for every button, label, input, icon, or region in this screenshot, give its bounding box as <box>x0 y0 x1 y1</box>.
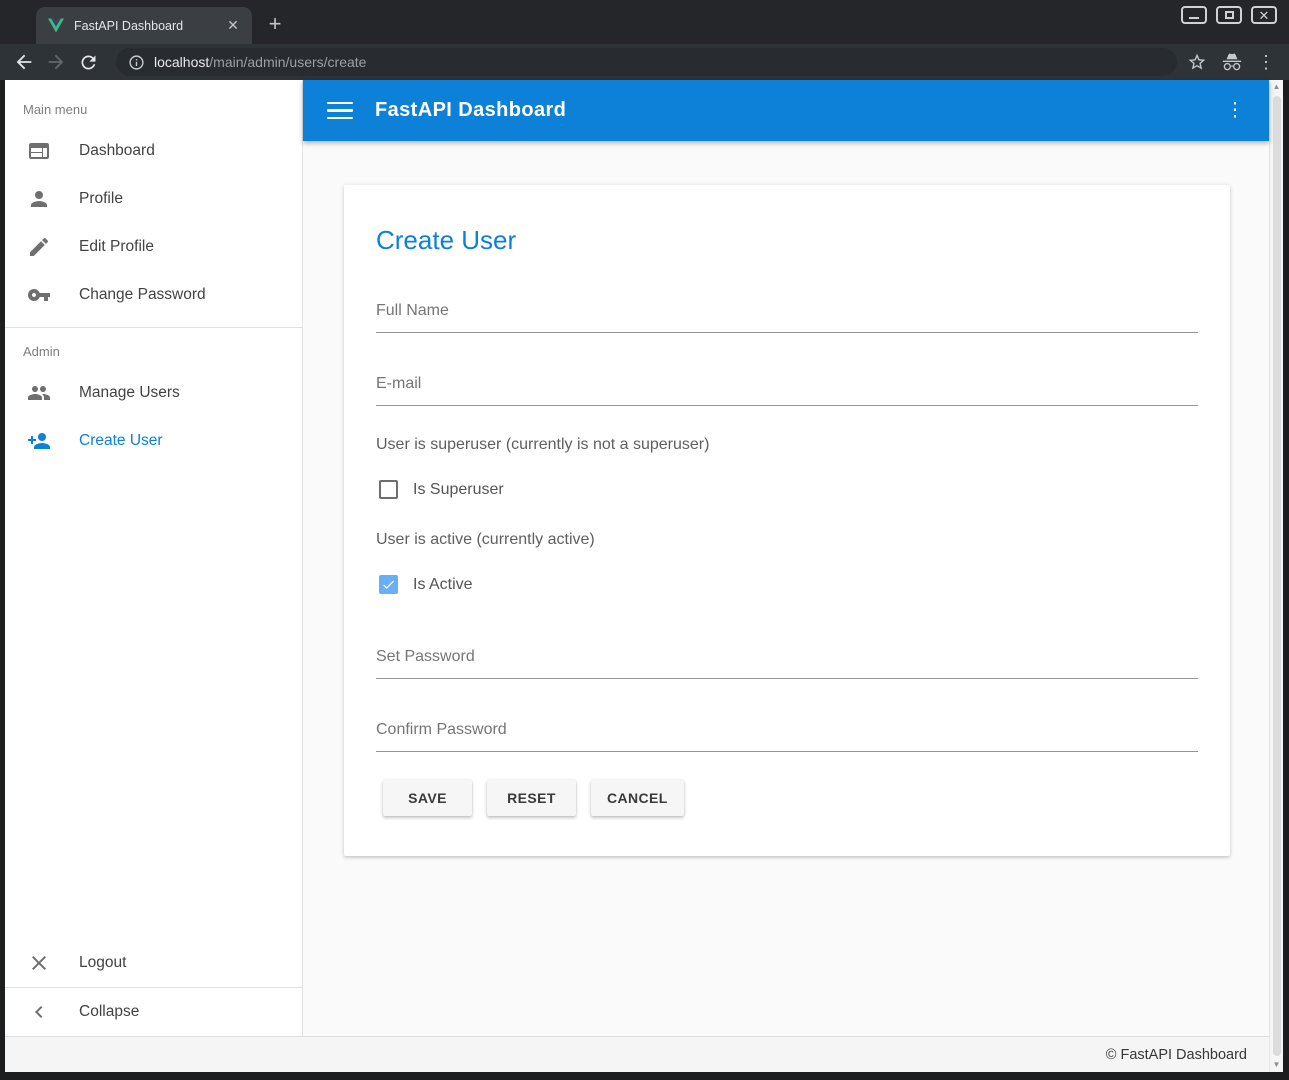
sidebar-section-main-menu: Main menu <box>5 80 302 127</box>
browser-scrollbar[interactable]: ▲ ▼ <box>1269 80 1283 1072</box>
address-bar[interactable]: localhost/main/admin/users/create <box>116 48 1177 76</box>
bookmark-star-icon[interactable] <box>1187 52 1207 72</box>
reset-button[interactable]: RESET <box>487 780 576 816</box>
browser-tab[interactable]: FastAPI Dashboard ✕ <box>36 7 252 44</box>
superuser-hint: User is superuser (currently is not a su… <box>376 436 1198 454</box>
reload-icon[interactable] <box>74 48 102 76</box>
scroll-up-icon[interactable]: ▲ <box>1273 80 1281 94</box>
scroll-down-icon[interactable]: ▼ <box>1273 1058 1281 1072</box>
sidebar-item-label: Create User <box>79 432 163 450</box>
sidebar-item-dashboard[interactable]: Dashboard <box>5 127 302 175</box>
group-icon <box>27 381 51 405</box>
kebab-menu-icon[interactable]: ⋮ <box>1221 99 1249 122</box>
app-title: FastAPI Dashboard <box>375 99 566 122</box>
window-controls: ✕ <box>1181 6 1277 24</box>
page-viewport: Main menu Dashboard Profile <box>5 80 1283 1072</box>
sidebar-item-manage-users[interactable]: Manage Users <box>5 369 302 417</box>
email-input[interactable] <box>376 373 1198 406</box>
checkbox-label: Is Active <box>413 576 473 594</box>
sidebar-item-edit-profile[interactable]: Edit Profile <box>5 223 302 271</box>
person-icon <box>27 187 51 211</box>
window-minimize-button[interactable] <box>1181 6 1207 24</box>
new-tab-button[interactable]: + <box>260 9 290 39</box>
set-password-input[interactable] <box>376 646 1198 679</box>
tab-title: FastAPI Dashboard <box>74 19 224 33</box>
incognito-icon <box>1221 51 1243 73</box>
sidebar-item-label: Collapse <box>79 1003 139 1021</box>
pencil-icon <box>27 235 51 259</box>
dashboard-icon <box>27 139 51 163</box>
app-bar: FastAPI Dashboard ⋮ <box>303 80 1269 141</box>
checkbox-label: Is Superuser <box>413 481 504 499</box>
url-host: localhost <box>154 54 209 70</box>
main-area: FastAPI Dashboard ⋮ Create User User is … <box>303 80 1269 1036</box>
hamburger-menu-icon[interactable] <box>327 102 353 120</box>
sidebar-item-create-user[interactable]: Create User <box>5 417 302 465</box>
is-superuser-checkbox-row[interactable]: Is Superuser <box>376 480 1198 499</box>
page-title: Create User <box>376 225 1198 256</box>
sidebar-item-label: Edit Profile <box>79 238 154 256</box>
create-user-card: Create User User is superuser (currently… <box>344 185 1230 856</box>
sidebar-spacer <box>5 465 302 939</box>
sidebar-item-label: Dashboard <box>79 142 155 160</box>
chevron-left-icon <box>27 1000 51 1024</box>
browser-titlebar: FastAPI Dashboard ✕ + ✕ <box>0 0 1289 44</box>
vue-logo-icon <box>48 18 64 33</box>
checkbox-unchecked-icon[interactable] <box>379 480 398 499</box>
set-password-field-wrapper <box>376 646 1198 679</box>
content-area: Create User User is superuser (currently… <box>303 141 1269 1036</box>
url-path: /main/admin/users/create <box>209 54 366 70</box>
key-icon <box>27 283 51 307</box>
sidebar-item-change-password[interactable]: Change Password <box>5 271 302 319</box>
confirm-password-field-wrapper <box>376 719 1198 752</box>
sidebar-item-label: Logout <box>79 954 126 972</box>
sidebar-item-collapse[interactable]: Collapse <box>5 988 302 1036</box>
tab-close-icon[interactable]: ✕ <box>224 17 242 35</box>
browser-menu-icon[interactable]: ⋮ <box>1257 52 1275 73</box>
forward-icon[interactable] <box>42 48 70 76</box>
full-name-input[interactable] <box>376 300 1198 333</box>
person-add-icon <box>27 429 51 453</box>
sidebar-item-label: Change Password <box>79 286 206 304</box>
sidebar-item-logout[interactable]: Logout <box>5 939 302 987</box>
toolbar-right: ⋮ <box>1187 51 1275 73</box>
sidebar-section-admin: Admin <box>5 328 302 369</box>
page-footer: © FastAPI Dashboard <box>5 1036 1269 1072</box>
sidebar: Main menu Dashboard Profile <box>5 80 303 1036</box>
cancel-button[interactable]: CANCEL <box>591 780 684 816</box>
browser-toolbar: localhost/main/admin/users/create ⋮ <box>0 44 1289 80</box>
sidebar-item-label: Manage Users <box>79 384 180 402</box>
sidebar-item-profile[interactable]: Profile <box>5 175 302 223</box>
save-button[interactable]: SAVE <box>383 780 472 816</box>
site-info-icon[interactable] <box>128 54 145 71</box>
window-close-button[interactable]: ✕ <box>1251 6 1277 24</box>
email-field-wrapper <box>376 373 1198 406</box>
active-hint: User is active (currently active) <box>376 531 1198 549</box>
full-name-field-wrapper <box>376 300 1198 333</box>
confirm-password-input[interactable] <box>376 719 1198 752</box>
is-active-checkbox-row[interactable]: Is Active <box>376 575 1198 594</box>
close-icon <box>27 951 51 975</box>
window-maximize-button[interactable] <box>1216 6 1242 24</box>
copyright-text: © FastAPI Dashboard <box>1106 1047 1247 1063</box>
sidebar-item-label: Profile <box>79 190 123 208</box>
checkbox-checked-icon[interactable] <box>379 575 398 594</box>
scrollbar-thumb[interactable] <box>1273 96 1281 1056</box>
form-actions: SAVE RESET CANCEL <box>376 780 1198 816</box>
back-icon[interactable] <box>10 48 38 76</box>
